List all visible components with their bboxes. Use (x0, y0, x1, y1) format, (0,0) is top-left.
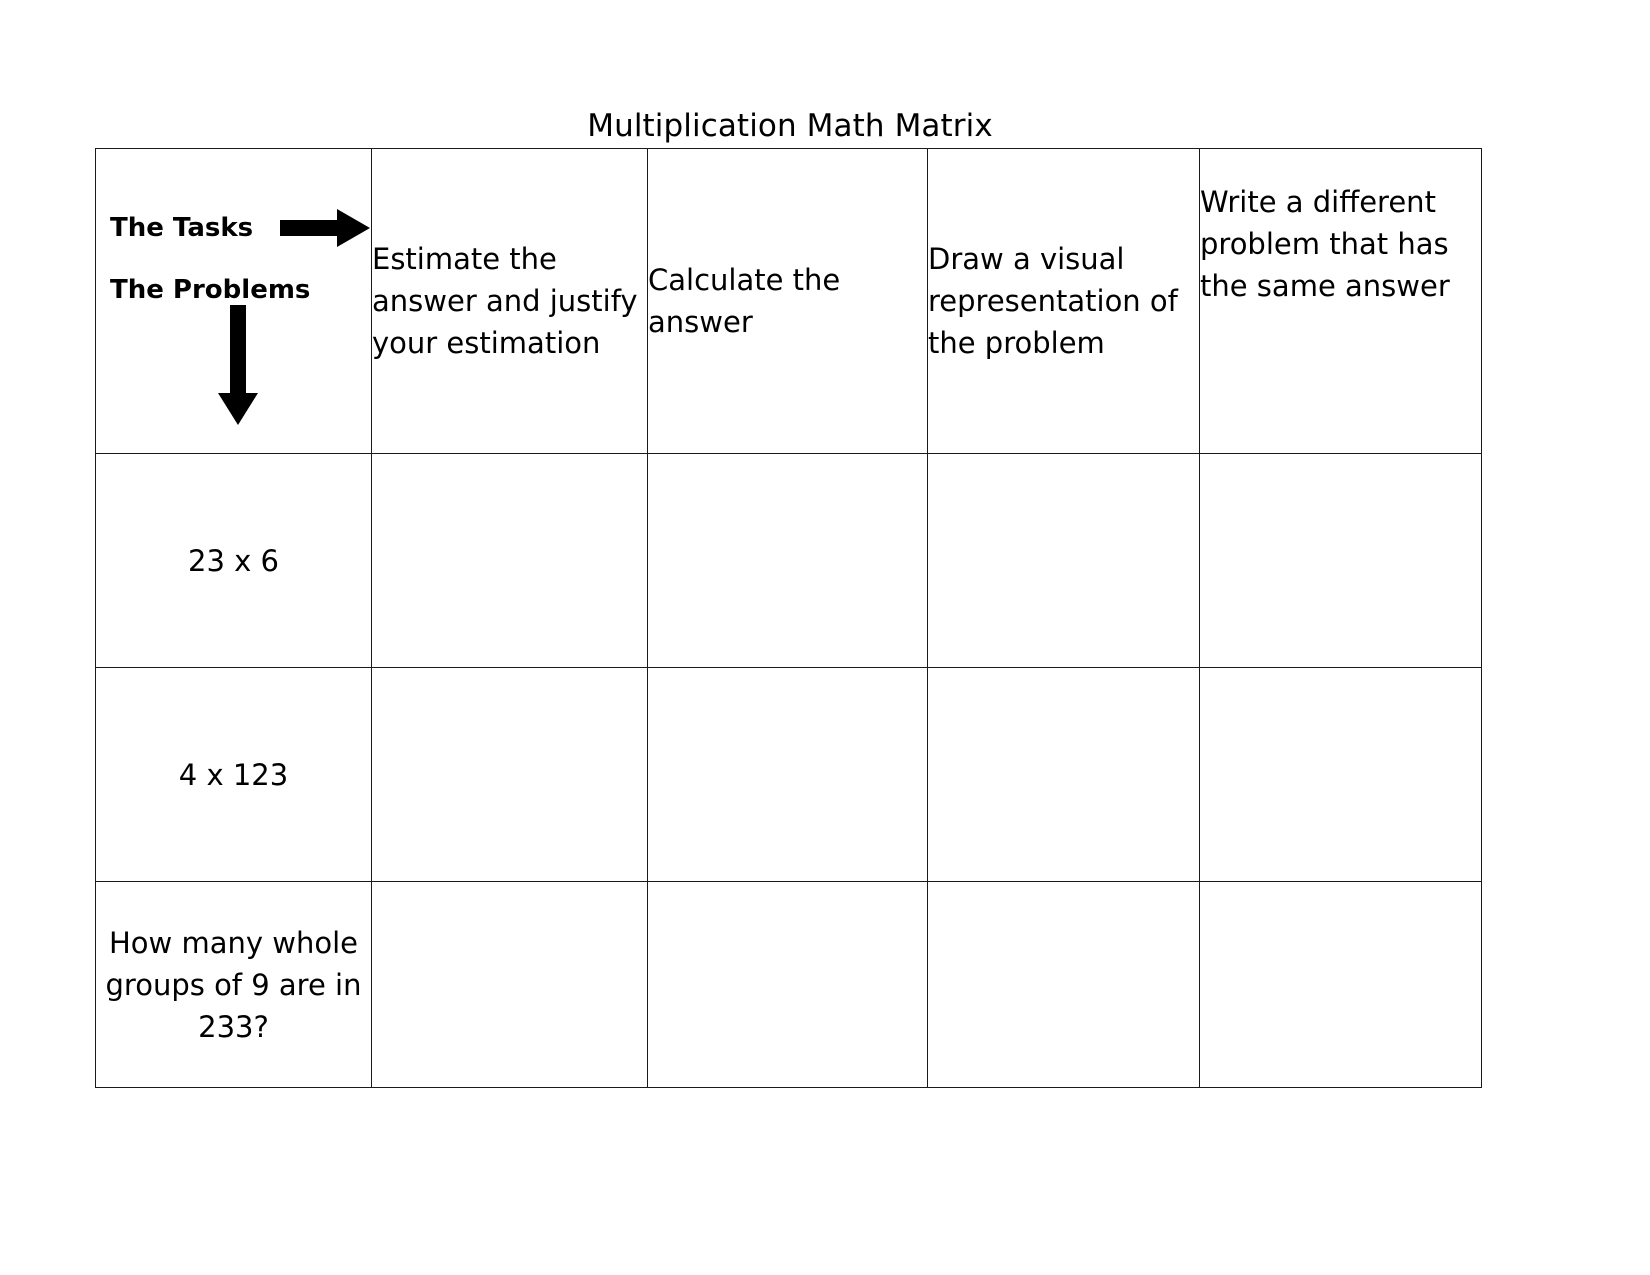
arrow-right-icon (280, 209, 370, 247)
tasks-axis-label: The Tasks (110, 213, 254, 243)
answer-cell-estimate[interactable] (371, 881, 648, 1088)
table-row: How many whole groups of 9 are in 233? (95, 881, 1482, 1088)
answer-cell-estimate[interactable] (371, 453, 648, 668)
arrow-down-icon (218, 305, 258, 425)
problem-label: How many whole groups of 9 are in 233? (95, 881, 372, 1088)
corner-header-cell: The Tasks The Problems (95, 148, 372, 454)
problems-axis-label: The Problems (110, 275, 311, 305)
answer-cell-visual[interactable] (927, 667, 1200, 882)
answer-cell-visual[interactable] (927, 881, 1200, 1088)
task-header-write-different: Write a different problem that has the s… (1199, 148, 1482, 454)
table-header-row: The Tasks The Problems Estimate the answ… (95, 148, 1482, 454)
problem-label: 23 x 6 (95, 453, 372, 668)
answer-cell-calculate[interactable] (647, 881, 928, 1088)
table-row: 23 x 6 (95, 453, 1482, 668)
task-header-visual: Draw a visual representation of the prob… (927, 148, 1200, 454)
answer-cell-write-different[interactable] (1199, 453, 1482, 668)
answer-cell-visual[interactable] (927, 453, 1200, 668)
answer-cell-calculate[interactable] (647, 667, 928, 882)
answer-cell-write-different[interactable] (1199, 667, 1482, 882)
answer-cell-calculate[interactable] (647, 453, 928, 668)
problem-label: 4 x 123 (95, 667, 372, 882)
math-matrix-table: The Tasks The Problems Estimate the answ… (95, 148, 1482, 1088)
answer-cell-write-different[interactable] (1199, 881, 1482, 1088)
task-header-estimate: Estimate the answer and justify your est… (371, 148, 648, 454)
task-header-calculate: Calculate the answer (647, 148, 928, 454)
page-title: Multiplication Math Matrix (587, 108, 993, 144)
worksheet-page: Multiplication Math Matrix The Tasks The… (0, 0, 1650, 1275)
answer-cell-estimate[interactable] (371, 667, 648, 882)
table-row: 4 x 123 (95, 667, 1482, 882)
